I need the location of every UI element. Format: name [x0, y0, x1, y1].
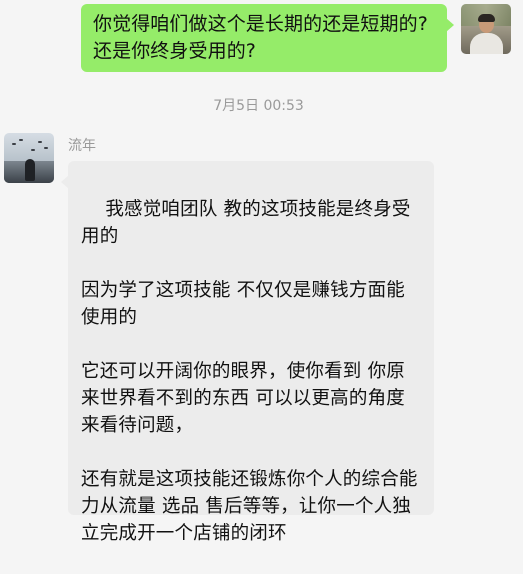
self-avatar[interactable]: [461, 4, 511, 54]
avatar-body: [470, 33, 503, 54]
avatar-person: [25, 159, 35, 181]
scrollbar-track[interactable]: [517, 0, 523, 539]
message-timestamp: 7月5日 00:53: [213, 98, 304, 114]
avatar-hair: [478, 14, 495, 22]
sender-name: 流年: [68, 138, 96, 154]
incoming-message-bubble[interactable]: 我感觉咱团队 教的这项技能是终身受用的 因为学了这项技能 不仅仅是赚钱方面能使用…: [61, 161, 434, 544]
outgoing-message-text: 你觉得咱们做这个是长期的还是短期的?还是你终身受用的?: [93, 13, 428, 62]
avatar-bird: [12, 143, 16, 145]
avatar-bird: [31, 149, 35, 151]
contact-avatar[interactable]: [4, 133, 54, 183]
avatar-bird: [44, 147, 48, 149]
chat-history: 你觉得咱们做这个是长期的还是短期的?还是你终身受用的? 7月5日 00:53 流…: [0, 0, 523, 544]
incoming-message-text: 我感觉咱团队 教的这项技能是终身受用的 因为学了这项技能 不仅仅是赚钱方面能使用…: [81, 199, 418, 544]
outgoing-message-bubble[interactable]: 你觉得咱们做这个是长期的还是短期的?还是你终身受用的?: [81, 4, 454, 72]
avatar-bird: [38, 141, 42, 143]
avatar-bird: [19, 139, 23, 141]
